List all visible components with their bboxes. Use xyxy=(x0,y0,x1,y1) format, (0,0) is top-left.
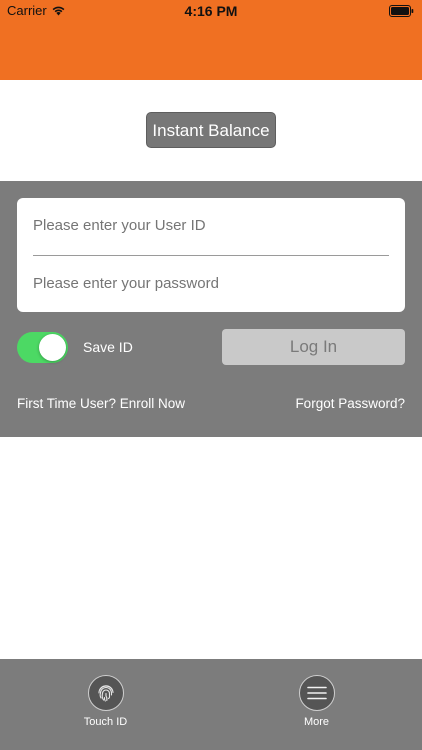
password-input[interactable] xyxy=(33,264,389,304)
save-id-label: Save ID xyxy=(83,339,133,355)
save-id-toggle-knob xyxy=(39,334,66,361)
fingerprint-icon xyxy=(88,675,124,711)
menu-icon xyxy=(299,675,335,711)
tab-bar: Touch ID More xyxy=(0,659,422,750)
tab-touch-id[interactable]: Touch ID xyxy=(0,659,211,750)
forgot-password-link[interactable]: Forgot Password? xyxy=(295,396,405,411)
header-bar: Carrier 4:16 PM xyxy=(0,0,422,80)
instant-balance-button[interactable]: Instant Balance xyxy=(146,112,276,148)
tab-more[interactable]: More xyxy=(211,659,422,750)
login-button[interactable]: Log In xyxy=(222,329,405,365)
login-panel: Save ID Log In First Time User? Enroll N… xyxy=(0,181,422,437)
credentials-card xyxy=(17,198,405,312)
save-id-toggle[interactable] xyxy=(17,332,68,363)
battery-icon xyxy=(389,5,414,17)
tab-more-label: More xyxy=(303,716,330,728)
status-time: 4:16 PM xyxy=(184,3,238,19)
enroll-now-link[interactable]: First Time User? Enroll Now xyxy=(17,396,185,411)
status-bar: Carrier 4:16 PM xyxy=(0,0,422,22)
tab-touch-id-label: Touch ID xyxy=(83,716,128,728)
field-divider xyxy=(33,255,389,256)
user-id-input[interactable] xyxy=(33,206,389,246)
